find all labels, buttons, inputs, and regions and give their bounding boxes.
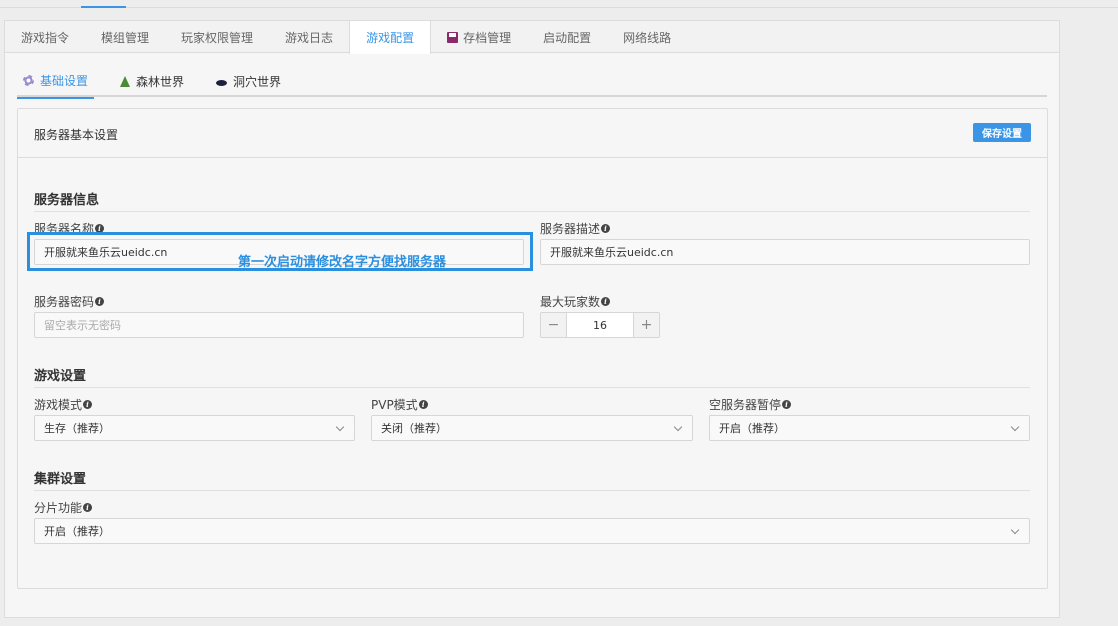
tab-label: 存档管理 — [463, 30, 512, 45]
max-players-label: 最大玩家数 i — [540, 293, 611, 310]
game-settings-heading: 游戏设置 — [34, 369, 87, 384]
tab-label: 游戏指令 — [21, 30, 70, 45]
tab-save-management[interactable]: 存档管理 — [431, 21, 527, 53]
tab-game-config[interactable]: 游戏配置 — [349, 21, 432, 54]
increment-button[interactable]: + — [633, 313, 659, 337]
info-icon[interactable]: i — [601, 297, 611, 306]
pvp-mode-select[interactable]: 关闭（推荐） — [371, 415, 693, 441]
select-value: 关闭（推荐） — [381, 422, 447, 435]
section-divider — [34, 490, 1030, 491]
select-value: 开启（推荐） — [719, 422, 785, 435]
chevron-down-icon — [1010, 525, 1020, 534]
pvp-mode-label: PVP模式 i — [371, 396, 428, 413]
top-border — [0, 0, 1118, 8]
tab-bar: 游戏指令 模组管理 玩家权限管理 游戏日志 游戏配置 存档管理 启动配置 网络线… — [5, 21, 1059, 54]
tab-label: 游戏日志 — [285, 30, 334, 45]
subtab-label: 基础设置 — [40, 73, 89, 88]
tab-game-log[interactable]: 游戏日志 — [269, 21, 349, 53]
tab-label: 启动配置 — [543, 30, 592, 45]
card-title: 服务器基本设置 — [34, 128, 119, 142]
server-info-heading: 服务器信息 — [34, 193, 100, 208]
floppy-disk-icon — [447, 31, 459, 43]
server-description-label: 服务器描述 i — [540, 220, 611, 237]
tab-launch-config[interactable]: 启动配置 — [527, 21, 607, 53]
tab-label: 模组管理 — [101, 30, 150, 45]
tab-label: 网络线路 — [623, 30, 672, 45]
label-text: 最大玩家数 — [540, 295, 601, 309]
main-panel: 游戏指令 模组管理 玩家权限管理 游戏日志 游戏配置 存档管理 启动配置 网络线… — [4, 20, 1060, 618]
tab-label: 玩家权限管理 — [181, 30, 254, 45]
chevron-down-icon — [335, 422, 345, 431]
subtab-label: 洞穴世界 — [233, 74, 282, 89]
cluster-settings-heading: 集群设置 — [34, 472, 87, 487]
annotation-text: 第一次启动请修改名字方便找服务器 — [238, 255, 447, 270]
shard-select[interactable]: 开启（推荐） — [34, 518, 1030, 544]
card-header: 服务器基本设置 保存设置 — [18, 109, 1047, 158]
subtab-basic-settings[interactable]: 基础设置 — [17, 65, 95, 99]
gear-icon — [23, 74, 34, 86]
tab-network-route[interactable]: 网络线路 — [607, 21, 687, 53]
top-accent-line — [81, 6, 126, 8]
tab-game-commands[interactable]: 游戏指令 — [5, 21, 85, 53]
label-text: 空服务器暂停 — [709, 398, 782, 412]
pause-when-empty-label: 空服务器暂停 i — [709, 396, 792, 413]
subtab-forest-world[interactable]: 森林世界 — [114, 65, 190, 97]
max-players-stepper: − 16 + — [540, 312, 660, 338]
info-icon[interactable]: i — [418, 400, 428, 409]
info-icon[interactable]: i — [95, 297, 105, 306]
info-icon[interactable]: i — [83, 503, 93, 512]
shard-label: 分片功能 i — [34, 499, 93, 516]
subtab-label: 森林世界 — [136, 74, 185, 89]
tab-mod-management[interactable]: 模组管理 — [85, 21, 165, 53]
max-players-value[interactable]: 16 — [567, 313, 633, 337]
server-password-input[interactable]: 留空表示无密码 — [34, 312, 524, 338]
tab-label: 游戏配置 — [366, 31, 415, 45]
label-text: 服务器描述 — [540, 222, 601, 236]
tree-icon — [120, 75, 131, 87]
select-value: 生存（推荐） — [44, 422, 110, 435]
subtab-cave-world[interactable]: 洞穴世界 — [210, 65, 287, 97]
select-value: 开启（推荐） — [44, 525, 110, 538]
info-icon[interactable]: i — [782, 400, 792, 409]
label-text: 游戏模式 — [34, 398, 83, 412]
label-text: 分片功能 — [34, 501, 83, 515]
save-settings-button[interactable]: 保存设置 — [973, 123, 1031, 142]
label-text: PVP模式 — [371, 398, 418, 412]
chevron-down-icon — [1010, 422, 1020, 431]
info-icon[interactable]: i — [601, 224, 611, 233]
info-icon[interactable]: i — [83, 400, 93, 409]
tab-player-permissions[interactable]: 玩家权限管理 — [165, 21, 269, 53]
section-divider — [34, 387, 1030, 388]
server-description-input[interactable]: 开服就来鱼乐云ueidc.cn — [540, 239, 1030, 265]
chevron-down-icon — [673, 422, 683, 431]
game-mode-select[interactable]: 生存（推荐） — [34, 415, 355, 441]
game-mode-label: 游戏模式 i — [34, 396, 93, 413]
label-text: 服务器密码 — [34, 295, 95, 309]
settings-card: 服务器基本设置 保存设置 服务器信息 服务器名称 i 开服就来鱼乐云ueidc.c… — [17, 108, 1048, 589]
server-password-label: 服务器密码 i — [34, 293, 105, 310]
pause-when-empty-select[interactable]: 开启（推荐） — [709, 415, 1030, 441]
sub-tab-bar: 基础设置 森林世界 洞穴世界 — [17, 65, 1047, 99]
section-divider — [34, 211, 1030, 212]
cave-icon — [216, 79, 228, 86]
decrement-button[interactable]: − — [541, 313, 567, 337]
